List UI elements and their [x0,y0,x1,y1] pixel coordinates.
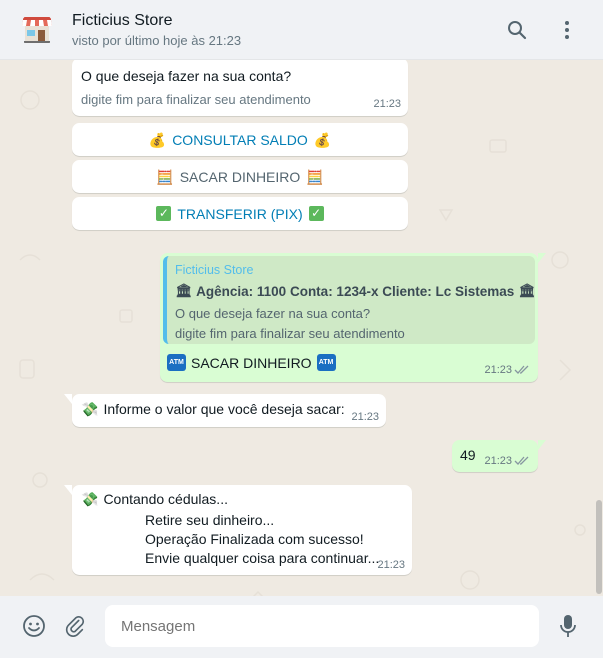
message-text: 💸 Contando cédulas... [81,491,228,507]
message-list[interactable]: O que deseja fazer na sua conta? digite … [0,60,603,596]
read-ticks-icon [514,365,529,374]
message-text: O que deseja fazer na sua conta? [81,68,292,84]
message-text: ATM SACAR DINHEIRO ATM [167,354,336,371]
money-wings-icon: 💸 [81,401,99,417]
quote-line: digite fim para finalizar seu atendiment… [175,326,405,341]
atm-icon: ATM [316,354,336,371]
last-seen-status: visto por último hoje às 21:23 [72,33,242,48]
message-time: 21:23 [484,364,512,376]
sacar-dinheiro-button[interactable]: 🧮 SACAR DINHEIRO 🧮 [72,160,408,193]
chat-header: Ficticius Store visto por último hoje às… [0,0,603,60]
outgoing-message[interactable]: 49 21:23 [452,440,546,472]
store-avatar[interactable] [19,12,55,48]
quote-author: Ficticius Store [175,263,254,277]
attach-icon[interactable] [61,612,89,640]
quote-title: 🏛 Agência: 1100 Conta: 1234-x Cliente: L… [175,283,536,299]
composer [0,596,603,658]
bank-icon: 🏛 [518,283,536,298]
money-bag-icon: 💰 [148,131,167,148]
message-input[interactable] [105,605,539,647]
message-time: 21:23 [484,455,512,467]
chat-title[interactable]: Ficticius Store [72,11,241,31]
calculator-icon: 🧮 [156,168,174,185]
outgoing-message[interactable]: Ficticius Store 🏛 Agência: 1100 Conta: 1… [160,253,546,382]
incoming-message[interactable]: 💸 Contando cédulas... Retire seu dinheir… [64,485,412,575]
message-time: 21:23 [377,559,405,571]
message-footer-text: digite fim para finalizar seu atendiment… [81,92,311,107]
microphone-icon[interactable] [554,612,582,640]
scrollbar[interactable] [596,500,602,594]
bank-icon: 🏛 [175,283,193,298]
read-ticks-icon [514,456,529,465]
bubble-tail [64,485,72,495]
atm-icon: ATM [167,354,186,371]
check-mark-icon: ✓ [156,206,172,221]
emoji-icon[interactable] [20,612,48,640]
message-text: 💸 Informe o valor que você deseja sacar: [81,401,345,417]
consultar-saldo-button[interactable]: 💰 CONSULTAR SALDO 💰 [72,123,408,156]
message-time: 21:23 [373,98,401,110]
quote-line: O que deseja fazer na sua conta? [175,306,371,321]
money-wings-icon: 💸 [81,491,99,507]
message-text: Operação Finalizada com sucesso! [145,531,364,547]
incoming-message[interactable]: O que deseja fazer na sua conta? digite … [72,60,408,116]
message-text: Envie qualquer coisa para continuar... [145,550,380,566]
quoted-message[interactable]: Ficticius Store 🏛 Agência: 1100 Conta: 1… [163,256,535,344]
transferir-pix-button[interactable]: ✓ TRANSFERIR (PIX) ✓ [72,197,408,230]
bubble-tail [64,394,72,404]
calculator-icon: 🧮 [306,168,324,185]
money-bag-icon: 💰 [313,131,332,148]
check-mark-icon: ✓ [308,206,324,221]
bubble-tail [538,253,546,263]
incoming-message[interactable]: 💸 Informe o valor que você deseja sacar:… [64,394,386,427]
menu-icon[interactable] [553,16,581,44]
message-time: 21:23 [351,411,379,423]
message-text: Retire seu dinheiro... [145,512,275,528]
search-icon[interactable] [503,16,531,44]
message-text: 49 [460,447,476,463]
bubble-tail [538,440,546,450]
